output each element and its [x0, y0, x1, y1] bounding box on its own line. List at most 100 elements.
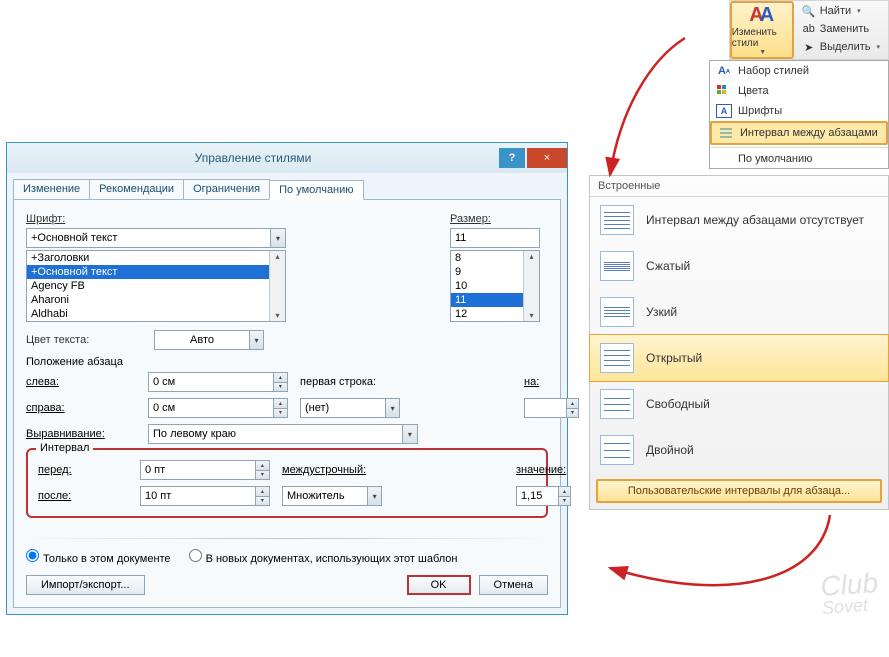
on-spin[interactable]: ▴▾ — [524, 398, 579, 418]
fonts-icon: A — [716, 104, 732, 118]
binoculars-icon: 🔍 — [802, 4, 816, 18]
scroll-up-icon[interactable]: ▴ — [275, 251, 279, 262]
chevron-down-icon[interactable]: ▾ — [249, 331, 263, 349]
on-label: на: — [524, 376, 584, 388]
ok-button[interactable]: OK — [407, 575, 471, 595]
chevron-down-icon[interactable]: ▾ — [367, 487, 381, 505]
spin-up-icon[interactable]: ▴ — [256, 487, 269, 497]
list-item[interactable]: Agency FB — [27, 279, 285, 293]
panel-header: Встроенные — [590, 176, 888, 197]
spin-down-icon[interactable]: ▾ — [567, 409, 578, 418]
tab-default[interactable]: По умолчанию — [269, 180, 363, 200]
cancel-button[interactable]: Отмена — [479, 575, 548, 595]
size-listbox[interactable]: 8 9 10 11 12 ▴▾ — [450, 250, 540, 322]
spin-down-icon[interactable]: ▾ — [256, 497, 269, 506]
spacing-icon-open — [600, 343, 634, 373]
spin-down-icon[interactable]: ▾ — [559, 497, 570, 506]
list-item[interactable]: +Основной текст — [27, 265, 285, 279]
firstline-combo[interactable]: ▾ — [300, 398, 400, 418]
dropdown-default[interactable]: По умолчанию — [710, 150, 888, 168]
interval-legend: Интервал — [36, 442, 93, 454]
scroll-up-icon[interactable]: ▴ — [529, 251, 533, 262]
paragraph-spacing-icon — [718, 126, 734, 140]
change-styles-button[interactable]: AA Изменить стили ▼ — [730, 1, 794, 59]
scroll-down-icon[interactable]: ▾ — [275, 310, 279, 321]
scope-radios: Только в этом документе В новых документ… — [26, 549, 548, 565]
manage-styles-dialog: Управление стилями ? × Изменение Рекомен… — [6, 142, 568, 615]
linespacing-combo[interactable]: ▾ — [282, 486, 382, 506]
find-button[interactable]: 🔍 Найти ▾ — [800, 3, 882, 19]
cursor-icon: ➤ — [802, 40, 816, 54]
size-label: Размер: — [450, 213, 570, 225]
divider — [26, 538, 548, 539]
replace-button[interactable]: ab Заменить — [800, 21, 882, 37]
chevron-down-icon: ▼ — [759, 49, 766, 56]
chevron-down-icon[interactable]: ▾ — [402, 425, 417, 443]
chevron-down-icon[interactable]: ▾ — [270, 229, 285, 247]
tab-restrict[interactable]: Ограничения — [183, 179, 270, 199]
spacing-icon-relaxed — [600, 389, 634, 419]
chevron-down-icon: ▾ — [857, 7, 861, 15]
value-spin[interactable]: ▴▾ — [516, 486, 571, 506]
left-label: слева: — [26, 376, 136, 388]
dropdown-colors[interactable]: Цвета — [710, 81, 888, 101]
font-combo[interactable]: ▾ — [26, 228, 286, 248]
import-export-button[interactable]: Импорт/экспорт... — [26, 575, 145, 595]
spin-up-icon[interactable]: ▴ — [256, 461, 269, 471]
scrollbar[interactable]: ▴▾ — [269, 251, 285, 321]
size-combo[interactable] — [450, 228, 540, 248]
spacing-option-open[interactable]: Открытый — [589, 334, 889, 382]
align-combo[interactable]: ▾ — [148, 424, 418, 444]
replace-icon: ab — [802, 22, 816, 36]
dropdown-style-set[interactable]: Aᴀ Набор стилей — [710, 61, 888, 81]
spacing-icon-compact — [600, 251, 634, 281]
left-spin[interactable]: ▴▾ — [148, 372, 288, 392]
list-item[interactable]: Aldhabi — [27, 307, 285, 321]
spin-down-icon[interactable]: ▾ — [274, 409, 287, 418]
radio-this-document[interactable]: Только в этом документе — [26, 549, 171, 565]
select-button[interactable]: ➤ Выделить ▾ — [800, 39, 882, 55]
scroll-down-icon[interactable]: ▾ — [529, 310, 533, 321]
spin-up-icon[interactable]: ▴ — [559, 487, 570, 497]
list-item[interactable]: +Заголовки — [27, 251, 285, 265]
font-label: Шрифт: — [26, 213, 146, 225]
firstline-label: первая строка: — [300, 376, 410, 388]
spacing-option-none[interactable]: Интервал между абзацами отсутствует — [590, 197, 888, 243]
radio-new-documents[interactable]: В новых документах, использующих этот ша… — [189, 549, 458, 565]
dialog-titlebar: Управление стилями ? × — [7, 143, 567, 173]
custom-spacing-link[interactable]: Пользовательские интервалы для абзаца... — [596, 479, 882, 503]
style-set-icon: Aᴀ — [716, 64, 732, 78]
spin-down-icon[interactable]: ▾ — [274, 383, 287, 392]
text-color-input[interactable] — [155, 331, 249, 349]
before-spin[interactable]: ▴▾ — [140, 460, 270, 480]
tab-recommend[interactable]: Рекомендации — [89, 179, 184, 199]
dropdown-paragraph-spacing[interactable]: Интервал между абзацами — [710, 121, 888, 145]
dialog-help-button[interactable]: ? — [499, 148, 525, 168]
spacing-option-double[interactable]: Двойной — [590, 427, 888, 473]
text-color-combo[interactable]: ▾ — [154, 330, 264, 350]
list-item[interactable]: Aharoni — [27, 293, 285, 307]
scrollbar[interactable]: ▴▾ — [523, 251, 539, 321]
spin-down-icon[interactable]: ▾ — [256, 471, 269, 480]
dialog-close-button[interactable]: × — [527, 148, 567, 168]
spacing-icon-double — [600, 435, 634, 465]
spacing-option-compact[interactable]: Сжатый — [590, 243, 888, 289]
chevron-down-icon[interactable]: ▾ — [385, 399, 399, 417]
dialog-title: Управление стилями — [7, 151, 499, 165]
spin-up-icon[interactable]: ▴ — [567, 399, 578, 409]
font-listbox[interactable]: +Заголовки +Основной текст Agency FB Aha… — [26, 250, 286, 322]
after-spin[interactable]: ▴▾ — [140, 486, 270, 506]
dropdown-fonts[interactable]: A Шрифты — [710, 101, 888, 121]
spacing-option-tight[interactable]: Узкий — [590, 289, 888, 335]
spin-up-icon[interactable]: ▴ — [274, 399, 287, 409]
size-input[interactable] — [451, 229, 539, 247]
font-input[interactable] — [27, 229, 270, 247]
spacing-icon-none — [600, 205, 634, 235]
colors-icon — [716, 84, 732, 98]
tab-edit[interactable]: Изменение — [13, 179, 90, 199]
right-spin[interactable]: ▴▾ — [148, 398, 288, 418]
spacing-option-relaxed[interactable]: Свободный — [590, 381, 888, 427]
paragraph-header: Положение абзаца — [26, 356, 548, 368]
text-color-label: Цвет текста: — [26, 334, 146, 346]
spin-up-icon[interactable]: ▴ — [274, 373, 287, 383]
